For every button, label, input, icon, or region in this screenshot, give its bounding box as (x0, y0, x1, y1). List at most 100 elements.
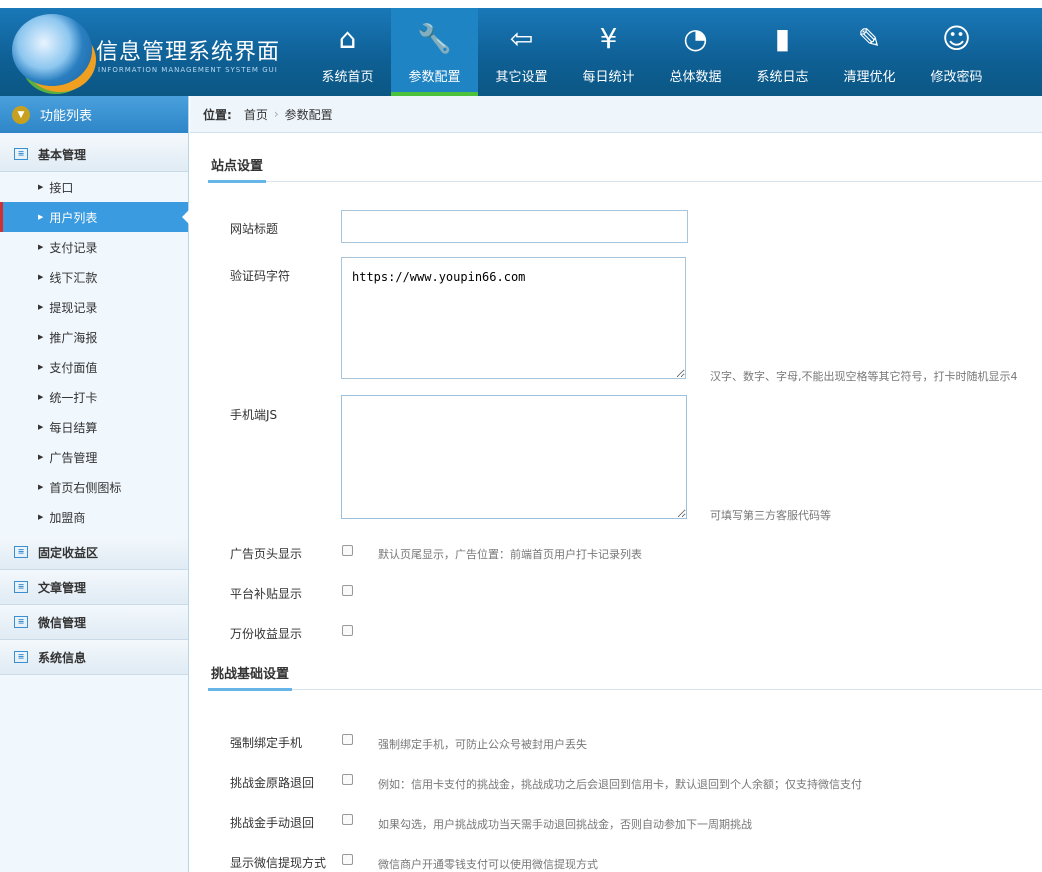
caret-right-icon: ▶ (38, 453, 44, 461)
caret-right-icon: ▶ (38, 483, 44, 491)
nav-item[interactable]: ☺ 修改密码 (913, 8, 1000, 96)
top-strip (0, 0, 1042, 8)
sidebar-item[interactable]: ▶ 统一打卡 (0, 382, 188, 412)
wanfen-checkbox[interactable] (342, 625, 353, 636)
group-label: 基本管理 (38, 147, 87, 162)
caret-right-icon: ▶ (38, 273, 44, 281)
breadcrumb-separator-icon: › (273, 107, 279, 121)
nav-item[interactable]: ▮ 系统日志 (739, 8, 826, 96)
section-site-settings: 站点设置 (208, 142, 1042, 183)
group-label: 系统信息 (38, 650, 87, 665)
caret-right-icon: ▶ (38, 243, 44, 251)
nav-label: 系统首页 (321, 70, 374, 85)
challenge-checkbox[interactable] (342, 854, 353, 865)
user-icon: ☺ (941, 22, 972, 55)
subsidy-label: 平台补贴显示 (230, 587, 303, 601)
sidebar-item[interactable]: ▶ 接口 (0, 172, 188, 202)
sidebar-item-label: 支付面值 (49, 360, 98, 375)
challenge-checkbox[interactable] (342, 814, 353, 825)
mobile-js-hint: 可填写第三方客服代码等 (710, 509, 831, 522)
caret-right-icon: ▶ (38, 213, 44, 221)
header: 信息管理系统界面 INFORMATION MANAGEMENT SYSTEM G… (0, 8, 1042, 96)
sidebar-item-label: 支付记录 (49, 240, 98, 255)
challenge-label: 挑战金原路退回 (230, 776, 315, 790)
group-label: 文章管理 (38, 580, 87, 595)
breadcrumb-home[interactable]: 首页 (244, 106, 268, 123)
caret-right-icon: ▶ (38, 393, 44, 401)
nav-item[interactable]: ◔ 总体数据 (652, 8, 739, 96)
challenge-label: 强制绑定手机 (230, 736, 303, 750)
breadcrumb-current: 参数配置 (284, 107, 333, 122)
caret-right-icon: ▶ (38, 363, 44, 371)
challenge-hint: 如果勾选，用户挑战成功当天需手动退回挑战金，否则自动参加下一周期挑战 (378, 818, 752, 831)
sidebar-group[interactable]: ≡ 基本管理 (0, 137, 188, 172)
app-title: 信息管理系统界面 (96, 40, 281, 65)
wanfen-label: 万份收益显示 (230, 627, 303, 641)
app-subtitle: INFORMATION MANAGEMENT SYSTEM GUI (98, 66, 278, 74)
subsidy-checkbox[interactable] (342, 585, 353, 596)
breadcrumb-prefix: 位置: (203, 107, 232, 122)
sidebar-item[interactable]: ▶ 支付记录 (0, 232, 188, 262)
sidebar: ▼ 功能列表 ≡ 基本管理 ▶ 接口 ▶ 用户列表 ▶ 支付记录 ▶ 线下汇款 ▶ 提现记录 ▶ 推广海报 ▶… (0, 96, 189, 872)
challenge-checkbox[interactable] (342, 734, 353, 745)
sidebar-group[interactable]: ≡ 系统信息 (0, 640, 188, 675)
sidebar-item[interactable]: ▶ 线下汇款 (0, 262, 188, 292)
sidebar-item[interactable]: ▶ 广告管理 (0, 442, 188, 472)
nav-item[interactable]: 🔧 参数配置 (391, 8, 478, 96)
tools-icon: 🔧 (417, 22, 452, 55)
sidebar-item[interactable]: ▶ 首页右侧图标 (0, 472, 188, 502)
list-icon: ≡ (14, 616, 28, 628)
nav-label: 修改密码 (930, 70, 983, 85)
breadcrumb: 位置: 首页 › 参数配置 (190, 96, 1042, 133)
pie-chart-icon: ◔ (683, 22, 708, 55)
nav-item[interactable]: ⇦ 其它设置 (478, 8, 565, 96)
top-nav: ⌂ 系统首页 🔧 参数配置 ⇦ 其它设置 ¥ 每日统计 ◔ 总体数据 ▮ 系统日志 ✎ 清理优化 ☺ 修改密码 (304, 8, 1000, 96)
challenge-label: 挑战金手动退回 (230, 816, 315, 830)
sidebar-item-label: 每日结算 (49, 420, 98, 435)
challenge-hint: 微信商户开通零钱支付可以使用微信提现方式 (378, 858, 598, 871)
pencil-ruler-icon: ✎ (857, 22, 882, 55)
mobile-js-label: 手机端JS (230, 408, 278, 422)
nav-label: 总体数据 (669, 70, 722, 85)
sidebar-item-label: 加盟商 (49, 510, 86, 525)
sidebar-item-label: 统一打卡 (49, 390, 98, 405)
sidebar-item[interactable]: ▶ 用户列表 (0, 202, 189, 232)
nav-label: 清理优化 (843, 70, 896, 85)
home-icon: ⌂ (338, 22, 357, 55)
site-title-input[interactable] (341, 210, 688, 243)
sidebar-item[interactable]: ▶ 每日结算 (0, 412, 188, 442)
challenge-hint: 强制绑定手机，可防止公众号被封用户丢失 (378, 738, 587, 751)
sidebar-item[interactable]: ▶ 提现记录 (0, 292, 188, 322)
ad-header-checkbox[interactable] (342, 545, 353, 556)
caret-right-icon: ▶ (38, 423, 44, 431)
sidebar-group[interactable]: ≡ 文章管理 (0, 570, 188, 605)
sidebar-header[interactable]: ▼ 功能列表 (0, 96, 188, 133)
nav-label: 其它设置 (495, 70, 548, 85)
logo-globe-icon (12, 14, 92, 86)
nav-item[interactable]: ⌂ 系统首页 (304, 8, 391, 96)
list-icon: ≡ (14, 546, 28, 558)
caret-right-icon: ▶ (38, 303, 44, 311)
nav-label: 参数配置 (408, 70, 461, 85)
sidebar-item[interactable]: ▶ 加盟商 (0, 502, 188, 532)
sidebar-group[interactable]: ≡ 微信管理 (0, 605, 188, 640)
section-challenge-settings: 挑战基础设置 (208, 650, 1042, 691)
sidebar-item[interactable]: ▶ 支付面值 (0, 352, 188, 382)
sidebar-item[interactable]: ▶ 推广海报 (0, 322, 188, 352)
sidebar-item-label: 广告管理 (49, 450, 98, 465)
nav-item[interactable]: ✎ 清理优化 (826, 8, 913, 96)
section-title: 站点设置 (208, 155, 267, 183)
section-title: 挑战基础设置 (208, 663, 293, 691)
captcha-hint: 汉字、数字、字母,不能出现空格等其它符号，打卡时随机显示4 (710, 370, 1018, 383)
captcha-textarea[interactable]: https://www.youpin66.com (341, 257, 686, 379)
challenge-label: 显示微信提现方式 (230, 856, 327, 870)
caret-right-icon: ▶ (38, 183, 44, 191)
caret-right-icon: ▶ (38, 513, 44, 521)
nav-label: 系统日志 (756, 70, 809, 85)
group-label: 微信管理 (38, 615, 87, 630)
sidebar-group[interactable]: ≡ 固定收益区 (0, 535, 188, 570)
nav-item[interactable]: ¥ 每日统计 (565, 8, 652, 96)
challenge-checkbox[interactable] (342, 774, 353, 785)
mobile-js-textarea[interactable] (341, 395, 687, 519)
sidebar-item-label: 推广海报 (49, 330, 98, 345)
